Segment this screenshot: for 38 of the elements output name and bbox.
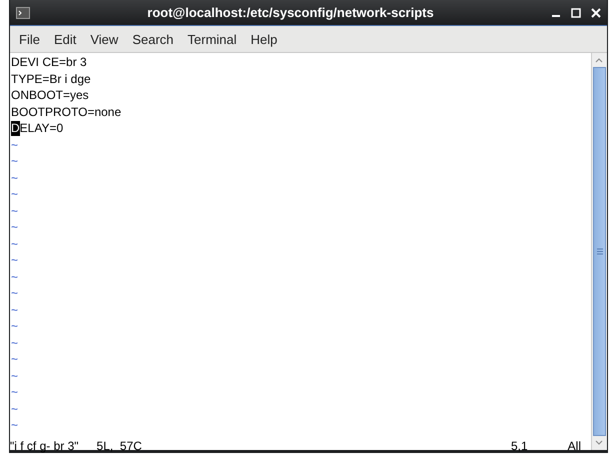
empty-line-marker: ~ — [10, 136, 18, 153]
empty-line-marker: ~ — [10, 400, 18, 417]
text-line: BOOTPROTO=none — [10, 104, 122, 120]
text-line: DEVI CE=br 3 — [10, 54, 87, 70]
grip-icon — [596, 248, 602, 255]
empty-line-marker: ~ — [10, 384, 18, 400]
empty-line-marker: ~ — [10, 334, 18, 351]
empty-line-marker: ~ — [10, 417, 18, 434]
window-title: root@localhost:/etc/sysconfig/network-scripts — [146, 5, 435, 20]
close-icon[interactable] — [591, 8, 601, 18]
cursor-position: 5,1 — [510, 438, 528, 454]
menu-item[interactable]: Search — [125, 32, 181, 46]
menu-item[interactable]: File — [12, 32, 47, 46]
empty-line-marker: ~ — [10, 202, 18, 219]
file-name: "i f cf g- br 3" — [10, 438, 79, 454]
scrollbar-thumb[interactable] — [593, 67, 606, 436]
menu-item[interactable]: View — [83, 32, 126, 46]
empty-line-marker: ~ — [10, 318, 18, 334]
empty-line-marker: ~ — [10, 153, 18, 170]
empty-line-marker: ~ — [10, 219, 18, 236]
menu-item[interactable]: Help — [244, 32, 284, 46]
empty-line-marker: ~ — [10, 170, 18, 186]
terminal-icon — [16, 6, 30, 18]
maximize-icon[interactable] — [571, 8, 581, 18]
empty-line-marker: ~ — [10, 302, 18, 318]
menu-item[interactable]: Edit — [46, 32, 84, 46]
empty-line-marker: ~ — [10, 351, 18, 368]
text-line: TYPE=Br i dge — [10, 70, 91, 87]
scroll-position: All — [568, 438, 581, 454]
empty-line-marker: ~ — [10, 268, 18, 285]
empty-line-marker: ~ — [10, 252, 18, 268]
text-line: ONBOOT=yes — [10, 87, 89, 104]
empty-line-marker: ~ — [10, 186, 18, 202]
file-size: 5L, 57C — [96, 438, 142, 454]
empty-line-marker: ~ — [10, 236, 18, 252]
empty-line-marker: ~ — [10, 368, 18, 384]
empty-line-marker: ~ — [10, 285, 18, 302]
menu-item[interactable]: Terminal — [180, 32, 244, 46]
